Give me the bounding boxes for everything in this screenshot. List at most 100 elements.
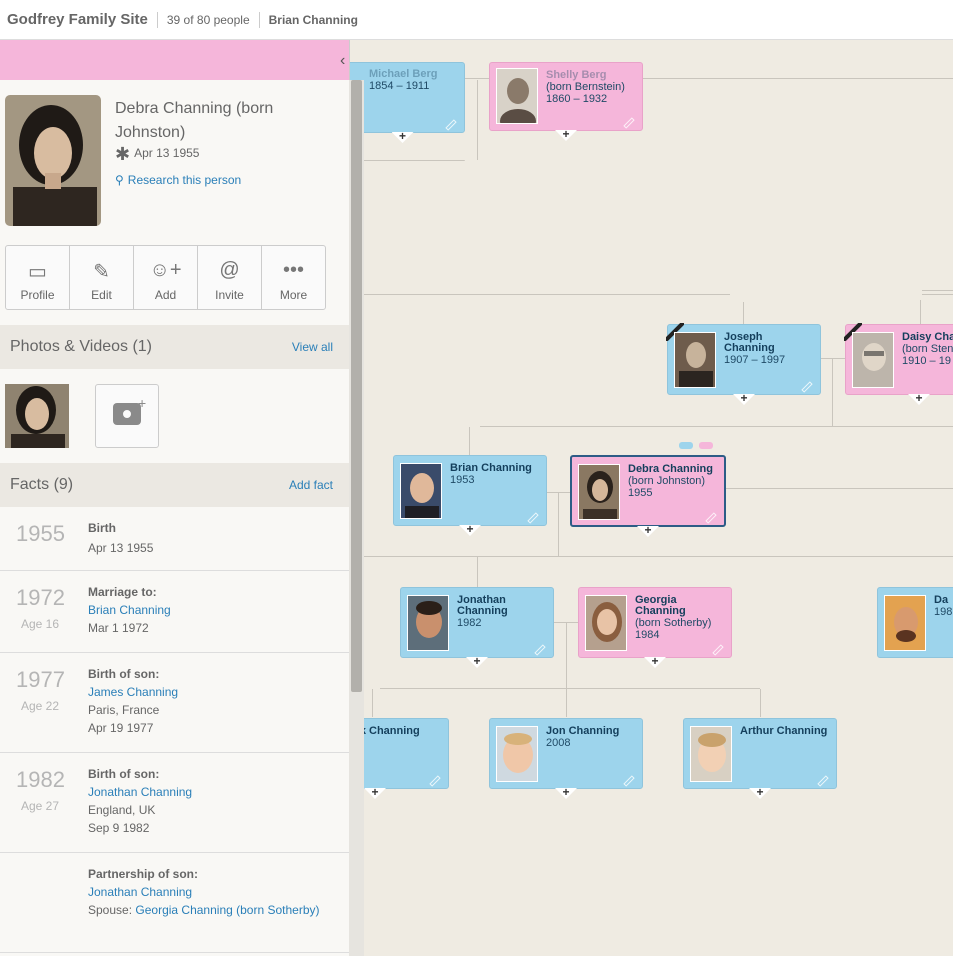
add-photo-button[interactable]: + [95, 384, 159, 448]
view-all-link[interactable]: View all [292, 340, 333, 354]
current-person[interactable]: Brian Channing [269, 13, 358, 27]
action-label: Invite [215, 288, 244, 302]
top-bar: Godfrey Family Site 39 of 80 people Bria… [0, 0, 953, 40]
add-relative-icon[interactable]: + [391, 132, 414, 143]
divider [156, 11, 158, 28]
person-card-jonathan-channing[interactable]: Jonathan Channing 1982 + [400, 587, 554, 668]
fact-row: 1977 Age 22 Birth of son: James Channing P… [0, 653, 349, 753]
card-name: Jon Channing [546, 725, 620, 737]
add-relative-icon[interactable]: + [644, 657, 666, 668]
research-label: Research this person [127, 173, 242, 187]
fact-year: 1977 [16, 667, 65, 692]
section-title: Photos & Videos (1) [10, 338, 153, 355]
fact-person-link[interactable]: Jonathan Channing [88, 883, 338, 901]
person-card-shelly-berg[interactable]: Shelly Berg (born Bernstein) 1860 – 1932 + [489, 62, 643, 141]
person-card-joseph-channing[interactable]: Joseph Channing 1907 – 1997 + [667, 324, 821, 405]
person-card-michael-berg[interactable]: Michael Berg 1854 – 1911 + [350, 62, 465, 143]
fact-place: England, UK [88, 803, 156, 817]
person-photo [578, 464, 620, 520]
invite-button[interactable]: @ Invite [198, 246, 262, 309]
add-relative-icon[interactable]: + [459, 525, 481, 536]
card-name: Jonathan Channing [457, 594, 508, 617]
edit-icon[interactable] [817, 775, 829, 787]
edit-icon[interactable] [527, 512, 539, 524]
fact-label: Partnership of son: [88, 867, 199, 881]
fact-label: Marriage to: [88, 585, 157, 599]
edit-icon[interactable] [534, 644, 546, 656]
fact-place: Paris, France [88, 703, 160, 717]
view-toggle-male-icon[interactable] [679, 442, 693, 449]
person-panel: ‹ Debra Channing (born Johnston) ✱ Apr 13… [0, 40, 350, 956]
person-card-brian-channing[interactable]: Brian Channing 1953 + [393, 455, 547, 536]
fact-year: 1972 [16, 585, 65, 610]
edit-button[interactable]: ✎ Edit [70, 246, 134, 309]
card-dates: 06 [350, 737, 444, 749]
profile-button[interactable]: ▭ Profile [6, 246, 70, 309]
add-relative-icon[interactable]: + [466, 657, 488, 668]
birth-date-text: Apr 13 1955 [134, 146, 200, 160]
card-dates: 1982 [457, 617, 482, 629]
fact-person-link[interactable]: James Channing [88, 683, 338, 701]
research-link[interactable]: ⚲ Research this person [115, 173, 241, 187]
person-card-frank-channing[interactable]: ank Channing06 + [350, 718, 449, 799]
spouse-link[interactable]: Georgia Channing (born Sotherby) [135, 903, 319, 917]
collapse-panel-icon[interactable]: ‹ [340, 52, 345, 70]
add-relative-icon[interactable]: + [908, 394, 930, 405]
add-button[interactable]: ☺+ Add [134, 246, 198, 309]
person-photo [674, 332, 716, 388]
edit-icon[interactable] [623, 775, 635, 787]
view-toggle-female-icon[interactable] [699, 442, 713, 449]
person-name: Debra Channing (born Johnston) [115, 100, 274, 141]
edit-icon[interactable] [623, 117, 635, 129]
scrollbar-thumb[interactable] [351, 80, 362, 692]
person-card-dan-channing[interactable]: Da 198 [877, 587, 953, 658]
fact-label: Birth of son: [88, 767, 160, 781]
fact-person-link[interactable]: Jonathan Channing [88, 783, 338, 801]
card-name: Shelly Berg [546, 69, 607, 81]
profile-photo[interactable] [5, 95, 101, 226]
action-toolbar: ▭ Profile ✎ Edit ☺+ Add @ Invite ••• More [5, 245, 326, 310]
divider [258, 11, 260, 28]
more-button[interactable]: ••• More [262, 246, 325, 309]
card-name: Debra Channing [628, 463, 713, 475]
at-icon: @ [219, 259, 240, 281]
action-label: Profile [20, 288, 55, 302]
fact-age: Age 22 [21, 699, 60, 713]
edit-icon[interactable] [445, 119, 457, 131]
person-card-debra-channing[interactable]: Debra Channing (born Johnston) 1955 + [570, 455, 726, 537]
family-tree-canvas[interactable]: Michael Berg 1854 – 1911 + Shelly Berg (bo… [350, 40, 953, 956]
add-person-icon: ☺+ [149, 259, 182, 281]
photo-thumbnail[interactable] [5, 384, 69, 448]
add-relative-icon[interactable]: + [749, 788, 771, 799]
people-count: 39 of 80 people [166, 12, 250, 27]
birth-date: ✱ Apr 13 1955 [115, 144, 199, 165]
pencil-icon: ✎ [93, 261, 110, 283]
card-dates: 1953 [450, 474, 475, 486]
card-maiden-name: (born Sten [902, 343, 953, 355]
add-relative-icon[interactable]: + [555, 788, 577, 799]
add-fact-link[interactable]: Add fact [289, 478, 333, 492]
edit-icon[interactable] [801, 381, 813, 393]
add-relative-icon[interactable]: + [555, 130, 577, 141]
card-dates: 1860 – 1932 [546, 93, 608, 105]
add-relative-icon[interactable]: + [733, 394, 755, 405]
person-card-jon-channing[interactable]: Jon Channing 2008 + [489, 718, 643, 799]
fact-label: Birth [88, 521, 116, 535]
site-title[interactable]: Godfrey Family Site [7, 11, 148, 28]
fact-row: 1955 Birth Apr 13 1955 [0, 507, 349, 571]
fact-year: 1955 [16, 521, 65, 546]
person-card-arthur-channing[interactable]: Arthur Channing + [683, 718, 837, 799]
edit-icon[interactable] [429, 775, 441, 787]
edit-icon[interactable] [712, 644, 724, 656]
person-card-georgia-channing[interactable]: Georgia Channing (born Sotherby) 1984 + [578, 587, 732, 668]
fact-row: Partnership of son: Jonathan Channing Spou… [0, 853, 349, 953]
fact-person-link[interactable]: Brian Channing [88, 601, 338, 619]
person-photo [884, 595, 926, 651]
asterisk-icon: ✱ [115, 144, 131, 164]
fact-detail: Mar 1 1972 [88, 621, 149, 635]
edit-icon[interactable] [705, 512, 717, 524]
add-relative-icon[interactable]: + [364, 788, 386, 799]
person-card-daisy-channing[interactable]: Daisy Cha (born Sten 1910 – 19 + [845, 324, 953, 405]
add-relative-icon[interactable]: + [637, 526, 659, 537]
id-card-icon: ▭ [28, 261, 47, 283]
